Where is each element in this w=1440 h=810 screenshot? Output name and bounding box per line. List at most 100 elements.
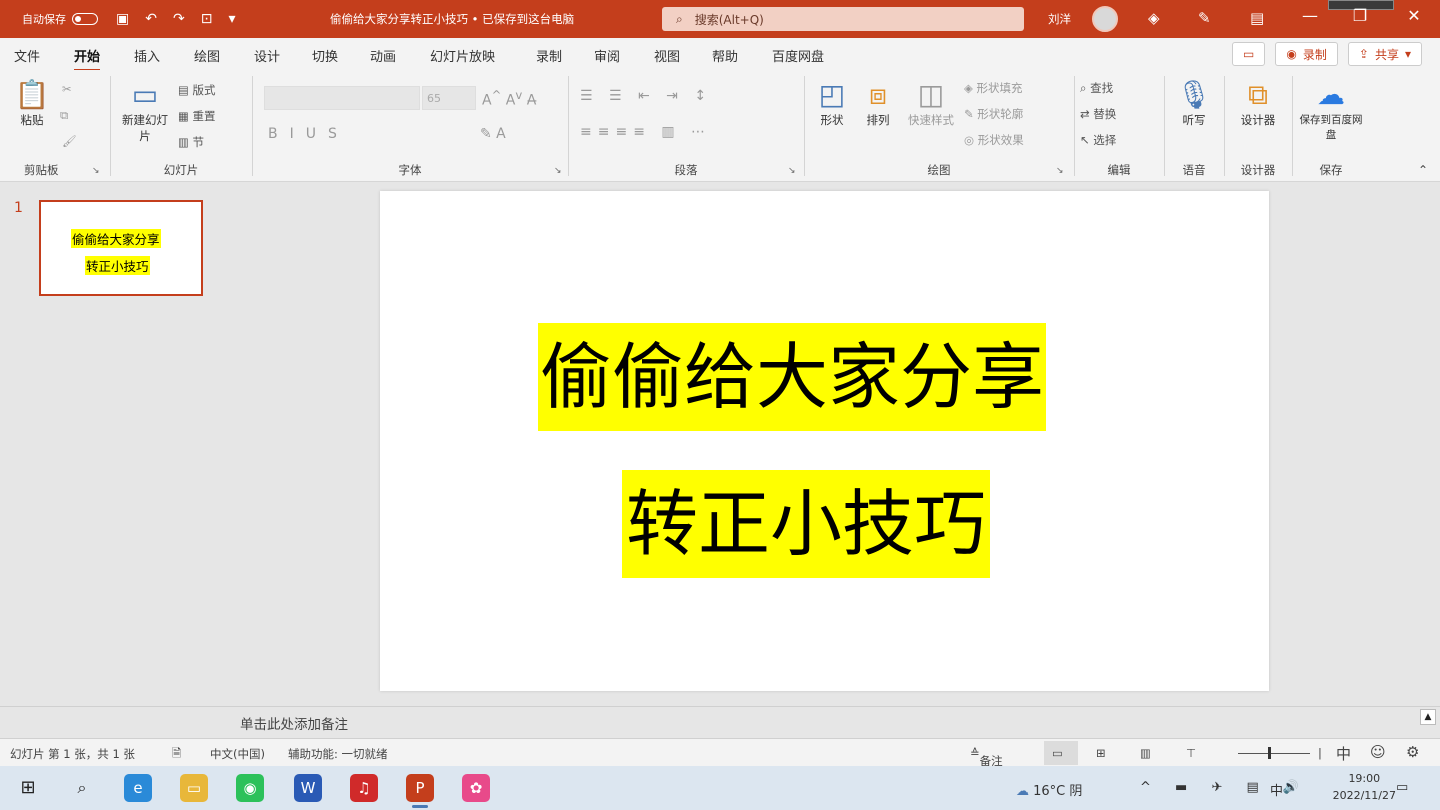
slide-title-line1[interactable]: 偷偷给大家分享 <box>538 323 1047 431</box>
undo-icon[interactable]: ↶ <box>145 11 157 27</box>
powerpoint-icon[interactable]: P <box>406 774 434 808</box>
editing-group: ⌕ 查找 ⇄ 替换 ↖ 选择 编辑 <box>1076 70 1162 182</box>
find-button[interactable]: ⌕ 查找 <box>1080 80 1113 96</box>
slideshow-view-icon[interactable]: ⊤ <box>1186 746 1196 760</box>
quick-styles-button[interactable]: ◫ 快速样式 <box>902 78 960 128</box>
toggle-icon <box>72 13 98 25</box>
notes-scroll-icon[interactable]: ▲ <box>1420 709 1436 725</box>
notes-toggle[interactable]: ≙ 备注 <box>970 746 1003 768</box>
app-icon[interactable]: ✿ <box>462 774 490 802</box>
system-tray-icons[interactable]: ^ ▬ ✈ ▤ 🔊 <box>1140 780 1309 795</box>
avatar[interactable] <box>1092 6 1118 32</box>
wechat-icon[interactable]: ◉ <box>236 774 264 802</box>
tab-transitions[interactable]: 切换 <box>312 46 338 65</box>
diamond-icon[interactable]: ◈ <box>1148 9 1160 27</box>
word-icon[interactable]: W <box>294 774 322 802</box>
select-button[interactable]: ↖ 选择 <box>1080 132 1116 148</box>
tab-view[interactable]: 视图 <box>654 46 680 65</box>
tab-help[interactable]: 帮助 <box>712 46 738 65</box>
tab-baidu[interactable]: 百度网盘 <box>772 46 824 65</box>
cut-icon[interactable]: ✂ <box>62 82 72 96</box>
tab-insert[interactable]: 插入 <box>134 46 160 65</box>
spellcheck-icon[interactable]: 🗎 <box>172 746 181 765</box>
replace-button[interactable]: ⇄ 替换 <box>1080 106 1116 122</box>
shape-effects-button[interactable]: ◎ 形状效果 <box>964 132 1024 148</box>
layout-button[interactable]: ▤ 版式 <box>178 82 216 98</box>
customize-qat-icon[interactable]: ▾ <box>228 11 235 27</box>
copy-icon[interactable]: ⧉ <box>60 108 68 123</box>
pen-icon[interactable]: ✎ <box>1198 9 1211 27</box>
designer-button[interactable]: ⧉ 设计器 <box>1234 78 1282 128</box>
tab-file[interactable]: 文件 <box>14 46 40 65</box>
arrange-button[interactable]: ⧈ 排列 <box>856 78 900 128</box>
format-painter-icon[interactable]: 🖌 <box>62 134 77 148</box>
tab-record[interactable]: 录制 <box>536 46 562 65</box>
font-size-dropdown[interactable]: 65 <box>422 86 476 110</box>
accessibility-status[interactable]: 辅助功能: 一切就绪 <box>288 746 388 762</box>
language-status[interactable]: 中文(中国) <box>210 746 265 762</box>
settings-icon[interactable]: ⚙ <box>1406 743 1419 761</box>
save-baidu-button[interactable]: ☁ 保存到百度网盘 <box>1296 78 1366 142</box>
file-explorer-icon[interactable]: ▭ <box>180 774 208 802</box>
arrange-label: 排列 <box>866 113 890 127</box>
dictate-button[interactable]: 🎙 听写 <box>1172 78 1216 128</box>
dialog-launcher-icon[interactable]: ↘ <box>92 166 100 176</box>
font-name-dropdown[interactable] <box>264 86 420 110</box>
slide-canvas[interactable]: 偷偷给大家分享 转正小技巧 <box>380 191 1269 691</box>
slide-title-line2[interactable]: 转正小技巧 <box>622 470 991 578</box>
shape-fill-button[interactable]: ◈ 形状填充 <box>964 80 1023 96</box>
align-icons[interactable]: ≡≡≡≡ ▥ ⋯ <box>580 124 711 140</box>
close-icon[interactable]: ✕ <box>1394 6 1434 25</box>
paste-button[interactable]: 📋 粘贴 <box>12 78 52 128</box>
document-title[interactable]: 偷偷给大家分享转正小技巧 • 已保存到这台电脑 <box>330 11 574 27</box>
notes-pane[interactable]: 单击此处添加备注 ▲ <box>0 706 1440 738</box>
grow-font-icon[interactable]: A^ Av A̶ <box>482 88 536 109</box>
save-icon[interactable]: ▣ <box>116 11 129 27</box>
user-name[interactable]: 刘洋 <box>1048 11 1071 27</box>
ime-indicator[interactable]: 中 <box>1270 780 1283 799</box>
tab-slideshow[interactable]: 幻灯片放映 <box>430 46 495 65</box>
section-button[interactable]: ▥ 节 <box>178 134 204 150</box>
ime-icon[interactable]: 中 <box>1336 743 1351 764</box>
shapes-button[interactable]: ◰ 形状 <box>810 78 854 128</box>
dialog-launcher-icon[interactable]: ↘ <box>788 166 796 176</box>
tab-animations[interactable]: 动画 <box>370 46 396 65</box>
tab-review[interactable]: 审阅 <box>594 46 620 65</box>
netease-music-icon[interactable]: ♫ <box>350 774 378 802</box>
collapse-ribbon-icon[interactable]: ⌃ <box>1418 163 1428 177</box>
minimize-icon[interactable]: — <box>1290 6 1330 25</box>
reset-button[interactable]: ▦ 重置 <box>178 108 216 124</box>
zoom-slider-thumb[interactable] <box>1268 747 1271 759</box>
dialog-launcher-icon[interactable]: ↘ <box>554 166 562 176</box>
font-format-icons[interactable]: BIUS <box>268 126 349 142</box>
normal-view-icon[interactable]: ▭ <box>1052 746 1063 760</box>
reading-view-icon[interactable]: ▥ <box>1140 746 1151 760</box>
redo-icon[interactable]: ↷ <box>173 11 185 27</box>
new-slide-button[interactable]: ▭ 新建幻灯片 <box>118 78 172 144</box>
ribbon-display-icon[interactable]: ▤ <box>1250 9 1264 27</box>
tab-home[interactable]: 开始 <box>74 46 101 72</box>
slide-thumbnail[interactable]: 偷偷给大家分享 转正小技巧 <box>39 200 203 296</box>
search-taskbar-icon[interactable]: ⌕ <box>68 774 96 802</box>
dialog-launcher-icon[interactable]: ↘ <box>1056 166 1064 176</box>
zoom-slider[interactable] <box>1238 753 1310 754</box>
tab-design[interactable]: 设计 <box>254 46 280 65</box>
share-button[interactable]: ⇪ 共享 ▾ <box>1347 42 1422 66</box>
font-color-icon[interactable]: ✎ A <box>480 126 506 142</box>
windows-start-icon[interactable]: ⊞ <box>14 774 42 802</box>
record-button[interactable]: ◉ 录制 <box>1275 42 1338 66</box>
comment-button[interactable]: ▭ <box>1232 42 1266 66</box>
slide-sorter-icon[interactable]: ⊞ <box>1096 746 1106 760</box>
notification-icon[interactable]: ▭ <box>1396 780 1408 795</box>
tab-draw[interactable]: 绘图 <box>194 46 220 65</box>
weather-widget[interactable]: ☁ 16°C 阴 <box>1016 780 1082 799</box>
search-box[interactable]: ⌕ 搜索(Alt+Q) <box>662 7 1024 31</box>
shape-outline-button[interactable]: ✎ 形状轮廓 <box>964 106 1023 122</box>
edge-icon[interactable]: e <box>124 774 152 802</box>
emoji-icon[interactable]: ☺ <box>1370 743 1386 761</box>
autosave-toggle[interactable]: 自动保存 <box>22 11 98 27</box>
start-slideshow-icon[interactable]: ⊡ <box>201 11 213 27</box>
clock[interactable]: 19:00 2022/11/27 <box>1333 770 1396 804</box>
restore-icon[interactable]: ❐ <box>1340 6 1380 25</box>
list-icons[interactable]: ☰ ☰ ⇤ ⇥ ↕ <box>580 88 712 104</box>
